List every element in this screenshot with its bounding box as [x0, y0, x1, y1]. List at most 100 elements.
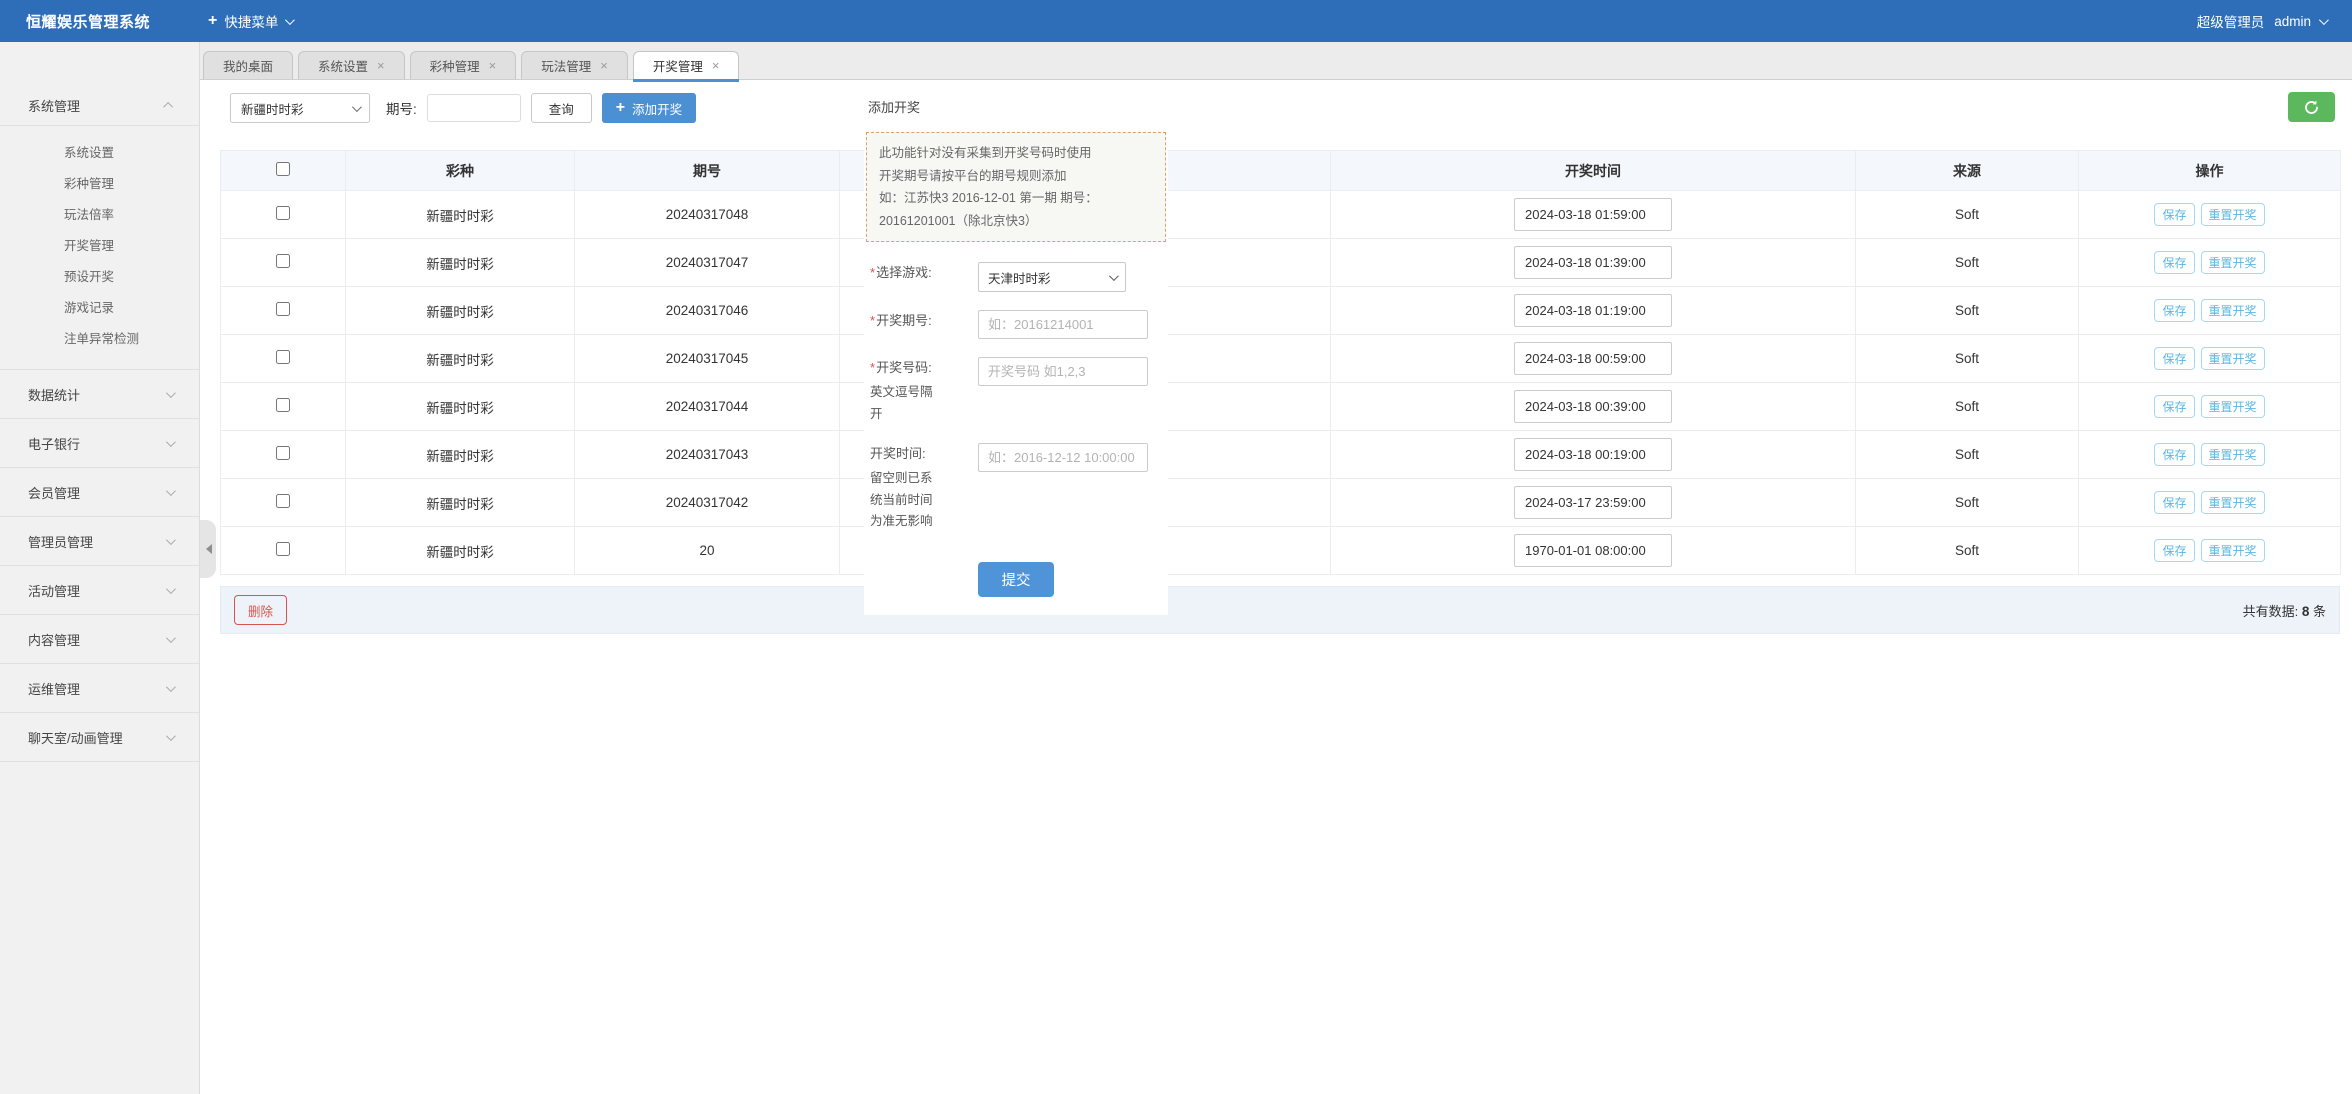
reset-draw-button[interactable]: 重置开奖 — [2201, 347, 2265, 370]
save-button[interactable]: 保存 — [2154, 251, 2194, 274]
chevron-down-icon — [166, 731, 176, 741]
sidebar-item-预设开奖[interactable]: 预设开奖 — [0, 262, 199, 293]
sidebar-collapse-handle[interactable] — [200, 520, 216, 578]
row-checkbox[interactable] — [276, 302, 290, 316]
cell-actions: 保存重置开奖 — [2079, 239, 2341, 287]
sidebar-group-内容管理[interactable]: 内容管理 — [0, 615, 199, 664]
sidebar-group-系统管理[interactable]: 系统管理 — [0, 84, 199, 126]
sidebar-item-系统设置[interactable]: 系统设置 — [0, 138, 199, 169]
sidebar-group-活动管理[interactable]: 活动管理 — [0, 566, 199, 615]
tab-玩法管理[interactable]: 玩法管理× — [521, 51, 628, 79]
save-button[interactable]: 保存 — [2154, 203, 2194, 226]
notice-line: 开奖期号请按平台的期号规则添加 — [879, 165, 1153, 188]
save-button[interactable]: 保存 — [2154, 539, 2194, 562]
row-checkbox[interactable] — [276, 350, 290, 364]
field-time: 开奖时间: 留空则已系统当前时间为准无影响 — [866, 443, 1166, 532]
delete-button[interactable]: 删除 — [234, 595, 287, 625]
cell-time — [1331, 527, 1856, 575]
cell-actions: 保存重置开奖 — [2079, 335, 2341, 383]
row-checkbox[interactable] — [276, 446, 290, 460]
tab-我的桌面[interactable]: 我的桌面 — [203, 51, 293, 79]
draw-time-input[interactable] — [978, 443, 1148, 472]
save-button[interactable]: 保存 — [2154, 443, 2194, 466]
query-button[interactable]: 查询 — [531, 93, 592, 123]
row-checkbox[interactable] — [276, 494, 290, 508]
tab-彩种管理[interactable]: 彩种管理× — [410, 51, 517, 79]
sidebar-item-开奖管理[interactable]: 开奖管理 — [0, 231, 199, 262]
field-number: *开奖号码: 英文逗号隔开 — [866, 357, 1166, 425]
draw-time-field[interactable] — [1514, 198, 1672, 231]
sidebar-item-注单异常检测[interactable]: 注单异常检测 — [0, 324, 199, 355]
reset-draw-button[interactable]: 重置开奖 — [2201, 251, 2265, 274]
cell-lottery: 新疆时时彩 — [346, 383, 575, 431]
dialog-notice: 此功能针对没有采集到开奖号码时使用开奖期号请按平台的期号规则添加如：江苏快3 2… — [866, 132, 1166, 242]
sidebar-group-会员管理[interactable]: 会员管理 — [0, 468, 199, 517]
refresh-button[interactable] — [2288, 92, 2335, 122]
submit-button[interactable]: 提交 — [978, 562, 1054, 597]
tab-开奖管理[interactable]: 开奖管理 × — [633, 51, 740, 79]
draw-number-input[interactable] — [978, 357, 1148, 386]
username-menu[interactable]: admin — [2274, 14, 2326, 29]
save-button[interactable]: 保存 — [2154, 395, 2194, 418]
cell-lottery: 新疆时时彩 — [346, 239, 575, 287]
cell-time — [1331, 479, 1856, 527]
reset-draw-button[interactable]: 重置开奖 — [2201, 395, 2265, 418]
draw-time-field[interactable] — [1514, 246, 1672, 279]
time-hint: 留空则已系统当前时间为准无影响 — [870, 468, 940, 532]
quick-menu-button[interactable]: + 快捷菜单 — [208, 11, 292, 31]
row-checkbox-cell — [221, 239, 346, 287]
sidebar-group-电子银行[interactable]: 电子银行 — [0, 419, 199, 468]
reset-draw-button[interactable]: 重置开奖 — [2201, 539, 2265, 562]
tab-系统设置[interactable]: 系统设置× — [298, 51, 405, 79]
tab-close-icon[interactable]: × — [600, 59, 608, 72]
save-button[interactable]: 保存 — [2154, 299, 2194, 322]
sidebar-group-管理员管理[interactable]: 管理员管理 — [0, 517, 199, 566]
lottery-select[interactable]: 新疆时时彩 — [230, 93, 370, 123]
sidebar: 系统管理系统设置彩种管理玩法倍率开奖管理预设开奖游戏记录注单异常检测数据统计电子… — [0, 42, 200, 1094]
add-draw-button[interactable]: + 添加开奖 — [602, 93, 696, 123]
sidebar-item-玩法倍率[interactable]: 玩法倍率 — [0, 200, 199, 231]
draw-time-field[interactable] — [1514, 438, 1672, 471]
row-checkbox[interactable] — [276, 398, 290, 412]
draw-time-field[interactable] — [1514, 390, 1672, 423]
draw-time-field[interactable] — [1514, 486, 1672, 519]
cell-source: Soft — [1856, 239, 2079, 287]
row-checkbox[interactable] — [276, 206, 290, 220]
sidebar-group-label: 管理员管理 — [28, 532, 93, 551]
save-button[interactable]: 保存 — [2154, 347, 2194, 370]
reset-draw-button[interactable]: 重置开奖 — [2201, 443, 2265, 466]
sidebar-item-游戏记录[interactable]: 游戏记录 — [0, 293, 199, 324]
table-row: 新疆时时彩20Soft保存重置开奖 — [221, 527, 2341, 575]
draw-time-field[interactable] — [1514, 294, 1672, 327]
reset-draw-button[interactable]: 重置开奖 — [2201, 299, 2265, 322]
column-header-lottery: 彩种 — [346, 151, 575, 191]
draw-time-field[interactable] — [1514, 534, 1672, 567]
plus-icon: + — [616, 99, 625, 117]
sidebar-item-彩种管理[interactable]: 彩种管理 — [0, 169, 199, 200]
row-checkbox[interactable] — [276, 254, 290, 268]
draw-issue-input[interactable] — [978, 310, 1148, 339]
row-checkbox-cell — [221, 287, 346, 335]
chevron-down-icon — [166, 633, 176, 643]
required-mark: * — [870, 265, 875, 280]
tab-close-icon[interactable]: × — [489, 59, 497, 72]
sidebar-group-运维管理[interactable]: 运维管理 — [0, 664, 199, 713]
issue-input[interactable] — [427, 94, 521, 122]
sidebar-group-label: 内容管理 — [28, 630, 80, 649]
sidebar-group-数据统计[interactable]: 数据统计 — [0, 370, 199, 419]
game-select[interactable]: 天津时时彩 — [978, 262, 1126, 292]
reset-draw-button[interactable]: 重置开奖 — [2201, 491, 2265, 514]
reset-draw-button[interactable]: 重置开奖 — [2201, 203, 2265, 226]
tab-close-icon[interactable]: × — [377, 59, 385, 72]
tab-close-icon[interactable]: × — [712, 59, 720, 72]
draw-time-field[interactable] — [1514, 342, 1672, 375]
select-all-checkbox[interactable] — [276, 162, 290, 176]
chevron-down-icon — [166, 584, 176, 594]
save-button[interactable]: 保存 — [2154, 491, 2194, 514]
row-checkbox[interactable] — [276, 542, 290, 556]
sidebar-group-label: 聊天室/动画管理 — [28, 728, 123, 747]
lottery-select-value: 新疆时时彩 — [241, 99, 304, 118]
chevron-down-icon — [166, 535, 176, 545]
sidebar-group-聊天室/动画管理[interactable]: 聊天室/动画管理 — [0, 713, 199, 762]
tab-label: 开奖管理 — [653, 56, 703, 75]
